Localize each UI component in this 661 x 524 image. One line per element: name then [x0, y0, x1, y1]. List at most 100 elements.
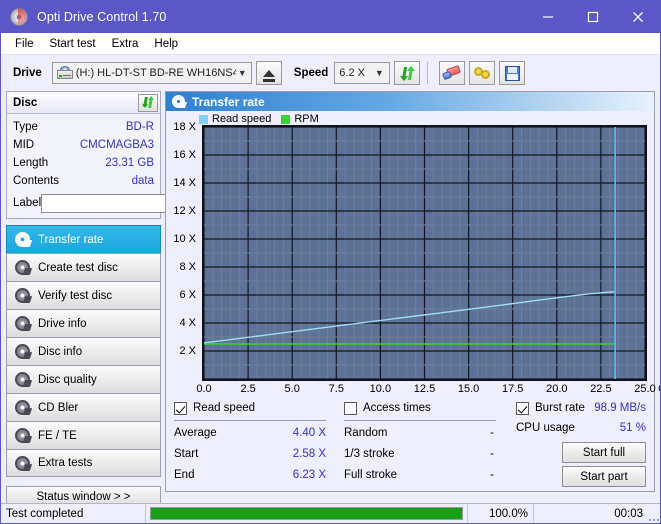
minimize-icon[interactable] — [525, 1, 570, 33]
toolbar-divider — [427, 62, 428, 84]
drive-select[interactable]: (H:) HL-DT-ST BD-RE WH16NS48 1.D3 ▼ — [52, 62, 252, 84]
disc-refresh-button[interactable] — [138, 94, 158, 112]
start-full-button[interactable]: Start full — [562, 442, 646, 463]
sidebar-item-extra-tests[interactable]: Extra tests — [6, 449, 161, 477]
disc-icon — [15, 288, 30, 303]
start-part-button[interactable]: Start part — [562, 466, 646, 487]
disc-icon — [15, 372, 30, 387]
disc-icon — [15, 456, 30, 471]
menu-item-file[interactable]: File — [7, 36, 42, 52]
chart-header: Transfer rate — [166, 92, 654, 111]
disc-row-mid-value: CMCMAGBA3 — [80, 137, 154, 153]
stat-row-start: Start 2.58 X — [174, 444, 326, 465]
speed-label: Speed — [294, 67, 329, 79]
sidebar-item-label: Transfer rate — [38, 234, 103, 246]
eraser-icon — [443, 66, 461, 80]
disc-row-contents-key: Contents — [13, 173, 59, 189]
sidebar-item-verify-test-disc[interactable]: Verify test disc — [6, 281, 161, 309]
access-times-checkbox-row[interactable]: Access times — [344, 399, 516, 417]
y-tick-label: 8 X — [179, 261, 196, 273]
sidebar-item-disc-info[interactable]: Disc info — [6, 337, 161, 365]
y-tick-label: 16 X — [173, 149, 196, 161]
stat-row-full-stroke: Full stroke - — [344, 465, 496, 486]
x-axis: GB 0.02.55.07.510.012.515.017.520.022.52… — [202, 383, 651, 399]
refresh-icon — [142, 96, 155, 109]
tools-button[interactable] — [469, 61, 495, 85]
menu-item-help[interactable]: Help — [146, 36, 186, 52]
sidebar-nav: Transfer rate Create test disc Verify te… — [6, 225, 161, 477]
resize-grip-icon[interactable] — [648, 504, 661, 524]
save-icon — [505, 66, 520, 81]
menu-item-start-test[interactable]: Start test — [42, 36, 104, 52]
sidebar-item-drive-info[interactable]: Drive info — [6, 309, 161, 337]
stat-key: Average — [174, 423, 217, 444]
tools-icon — [474, 66, 491, 80]
drive-label: Drive — [13, 67, 42, 79]
burst-rate-checkbox-row[interactable]: Burst rate — [516, 399, 594, 417]
stat-row-third-stroke: 1/3 stroke - — [344, 444, 496, 465]
disc-row-mid: MID CMCMAGBA3 — [13, 136, 154, 154]
eject-button[interactable] — [256, 61, 282, 85]
sidebar-item-label: Verify test disc — [38, 290, 112, 302]
disc-label-row: Label — [13, 193, 154, 213]
cpu-usage-row: CPU usage 51 % — [516, 417, 646, 439]
burst-rate-checkbox[interactable] — [516, 402, 529, 415]
speed-select-value: 6.2 X — [339, 67, 371, 79]
read-speed-checkbox-row[interactable]: Read speed — [174, 399, 344, 417]
y-axis: 2 X4 X6 X8 X10 X12 X14 X16 X18 X — [166, 125, 200, 381]
disc-panel-header: Disc — [7, 92, 160, 114]
sidebar-item-create-test-disc[interactable]: Create test disc — [6, 253, 161, 281]
disc-icon — [15, 400, 30, 415]
stat-value: 6.23 X — [293, 465, 326, 486]
stat-row-random: Random - — [344, 423, 496, 444]
chart-title: Transfer rate — [192, 95, 265, 109]
save-button[interactable] — [499, 61, 525, 85]
sidebar-item-label: Disc quality — [38, 374, 97, 386]
access-times-checkbox-label: Access times — [363, 402, 431, 414]
burst-rate-value: 98.9 MB/s — [594, 402, 646, 414]
refresh-button[interactable] — [394, 61, 420, 85]
stat-key: Start — [174, 444, 198, 465]
app-disc-icon — [9, 7, 29, 27]
stats-row: Read speed Average 4.40 X Start 2.58 X — [166, 393, 654, 491]
refresh-icon — [400, 66, 415, 81]
progress-fill — [151, 508, 462, 519]
drive-icon — [57, 66, 73, 80]
chevron-down-icon: ▼ — [236, 68, 249, 78]
disc-label-key: Label — [13, 197, 41, 209]
read-speed-checkbox[interactable] — [174, 402, 187, 415]
progress-cell — [146, 504, 468, 524]
sidebar-item-disc-quality[interactable]: Disc quality — [6, 365, 161, 393]
x-tick-label: 0.0 — [196, 383, 211, 395]
sidebar-item-fe-te[interactable]: FE / TE — [6, 421, 161, 449]
disc-row-type: Type BD-R — [13, 118, 154, 136]
close-icon[interactable] — [615, 1, 660, 33]
burst-rate-stats: Burst rate 98.9 MB/s CPU usage 51 % Star… — [516, 399, 646, 487]
disc-panel: Disc Type BD-R — [6, 91, 161, 219]
access-times-checkbox[interactable] — [344, 402, 357, 415]
sidebar-item-label: Create test disc — [38, 262, 118, 274]
x-tick-label: 7.5 — [329, 383, 344, 395]
speed-select[interactable]: 6.2 X ▼ — [334, 62, 390, 84]
y-tick-label: 18 X — [173, 121, 196, 133]
sidebar-item-transfer-rate[interactable]: Transfer rate — [6, 225, 161, 253]
drive-select-value: (H:) HL-DT-ST BD-RE WH16NS48 1.D3 — [76, 67, 236, 79]
maximize-icon[interactable] — [570, 1, 615, 33]
menu-item-extra[interactable]: Extra — [104, 36, 147, 52]
cpu-usage-value: 51 % — [620, 417, 646, 439]
x-tick-label: 5.0 — [285, 383, 300, 395]
y-tick-label: 4 X — [179, 317, 196, 329]
plot-wrap: Read speed RPM 2 X4 X6 X8 X10 X12 X14 X1… — [166, 111, 654, 393]
disc-icon — [15, 428, 30, 443]
disc-icon — [15, 344, 30, 359]
right-column: Transfer rate Read speed RPM 2 X4 X6 X — [165, 91, 655, 499]
disc-icon — [15, 232, 30, 247]
divider — [174, 420, 326, 421]
stat-value: - — [490, 444, 496, 465]
read-speed-checkbox-label: Read speed — [193, 402, 255, 414]
y-tick-label: 12 X — [173, 205, 196, 217]
erase-button[interactable] — [439, 61, 465, 85]
status-message: Test completed — [1, 504, 146, 524]
sidebar-item-cd-bler[interactable]: CD Bler — [6, 393, 161, 421]
burst-rate-checkbox-label: Burst rate — [535, 402, 585, 414]
